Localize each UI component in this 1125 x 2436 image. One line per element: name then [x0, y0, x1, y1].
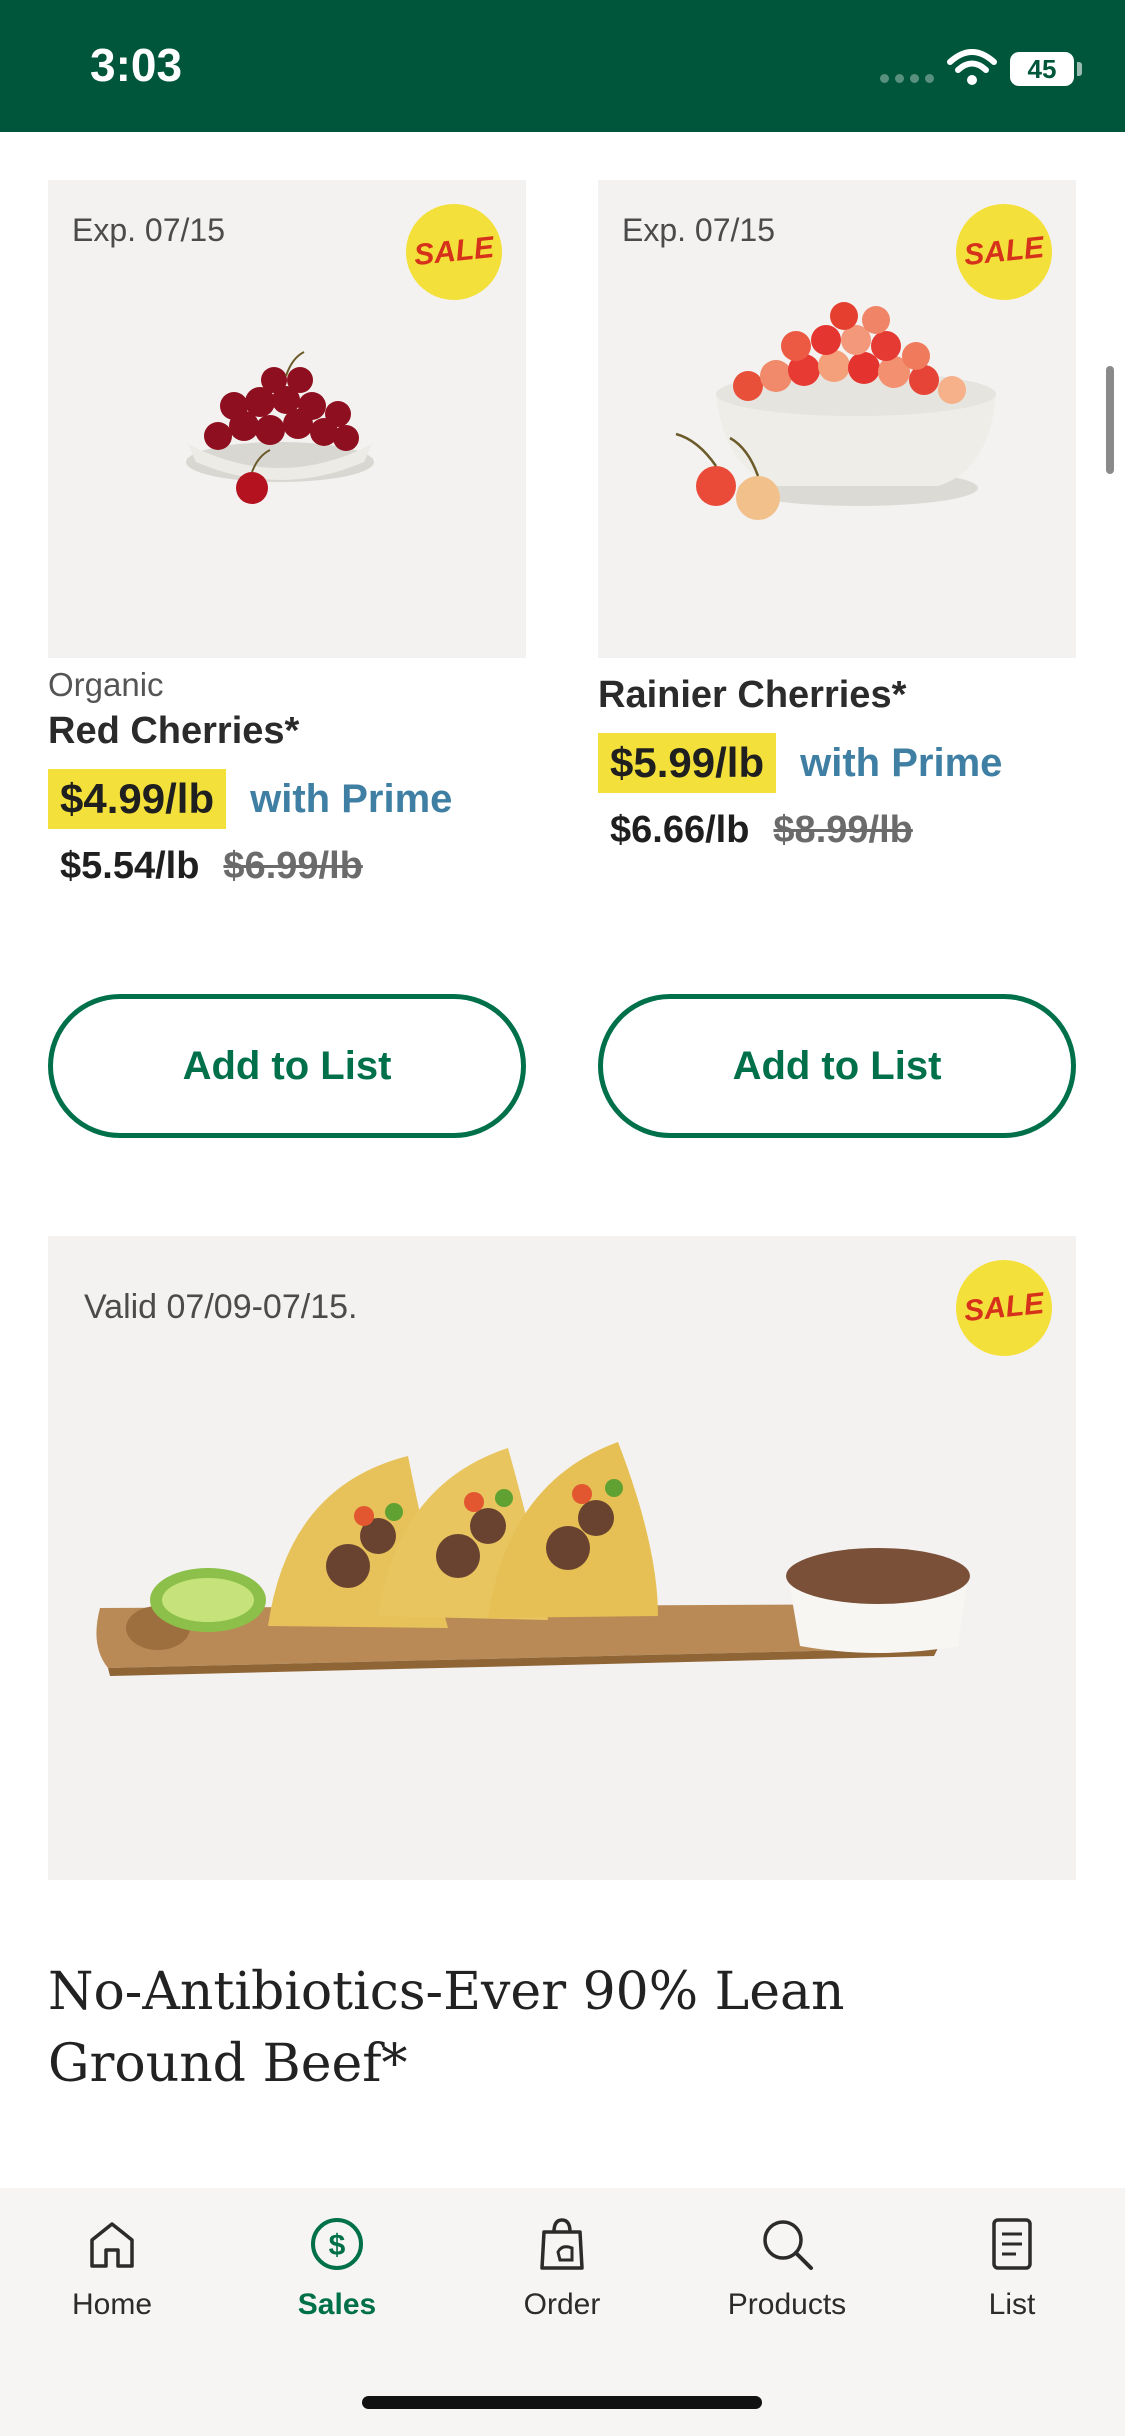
- nav-label: Products: [727, 2288, 847, 2321]
- nav-sales[interactable]: $ Sales: [237, 2214, 437, 2322]
- home-indicator[interactable]: [362, 2396, 762, 2409]
- prime-label: with Prime: [250, 776, 453, 821]
- price-row: $5.54/lb $6.99/lb: [48, 845, 526, 888]
- regular-price: $8.99/lb: [773, 809, 913, 851]
- cellular-signal-icon: [880, 74, 934, 83]
- expiration-label: Exp. 07/15: [622, 212, 775, 248]
- list-icon: [992, 2218, 1032, 2270]
- svg-text:$: $: [329, 2229, 346, 2262]
- prime-price-row: $5.99/lb with Prime: [598, 733, 1076, 793]
- shopping-bag-icon: [540, 2218, 584, 2270]
- product-name[interactable]: Rainier Cherries*: [598, 674, 1076, 717]
- feature-title[interactable]: No-Antibiotics-Ever 90% Lean Ground Beef…: [48, 1956, 1048, 2100]
- product-image[interactable]: Exp. 07/15 SALE: [598, 180, 1076, 658]
- battery-tip: [1077, 62, 1082, 76]
- nav-label: Order: [523, 2288, 601, 2321]
- prime-price: $5.99/lb: [598, 733, 777, 793]
- nav-home[interactable]: Home: [12, 2214, 212, 2322]
- dollar-circle-icon: $: [311, 2218, 363, 2270]
- brand-label: Organic: [48, 666, 164, 703]
- add-to-list-button[interactable]: Add to List: [598, 994, 1076, 1138]
- product-card-rainier-cherries[interactable]: Exp. 07/15 SALE Rainier Cherries* $5.99/…: [598, 180, 1076, 852]
- prime-label: with Prime: [800, 740, 1003, 785]
- sale-price: $5.54/lb: [60, 845, 200, 887]
- add-to-list-button[interactable]: Add to List: [48, 994, 526, 1138]
- nav-label: Home: [71, 2288, 153, 2321]
- status-bar: 3:03 45: [0, 0, 1125, 132]
- nav-order[interactable]: Order: [462, 2214, 662, 2322]
- product-card-red-cherries[interactable]: Exp. 07/15 SALE Organic Red Cherries* $4…: [48, 180, 526, 888]
- status-time: 3:03: [90, 39, 183, 91]
- wifi-icon: [947, 49, 997, 85]
- prime-price-row: $4.99/lb with Prime: [48, 769, 526, 829]
- nav-list[interactable]: List: [912, 2214, 1112, 2322]
- price-row: $6.66/lb $8.99/lb: [598, 809, 1076, 852]
- valid-dates-label: Valid 07/09-07/15.: [84, 1288, 358, 1326]
- nav-label: Sales: [297, 2288, 377, 2321]
- sale-price: $6.66/lb: [610, 809, 750, 851]
- regular-price: $6.99/lb: [223, 845, 363, 887]
- product-name[interactable]: Red Cherries*: [48, 710, 526, 753]
- feature-card-ground-beef[interactable]: Valid 07/09-07/15. SALE: [48, 1236, 1076, 1880]
- search-icon: [763, 2220, 813, 2270]
- expiration-label: Exp. 07/15: [72, 212, 225, 248]
- nav-label: List: [988, 2288, 1036, 2321]
- tacos-image: [96, 1442, 970, 1676]
- product-image[interactable]: Exp. 07/15 SALE: [48, 180, 526, 658]
- prime-price: $4.99/lb: [48, 769, 227, 829]
- scrollbar-thumb[interactable]: [1106, 366, 1114, 474]
- nav-products[interactable]: Products: [687, 2214, 887, 2322]
- home-icon: [90, 2222, 134, 2268]
- battery-icon: 45: [1010, 52, 1074, 86]
